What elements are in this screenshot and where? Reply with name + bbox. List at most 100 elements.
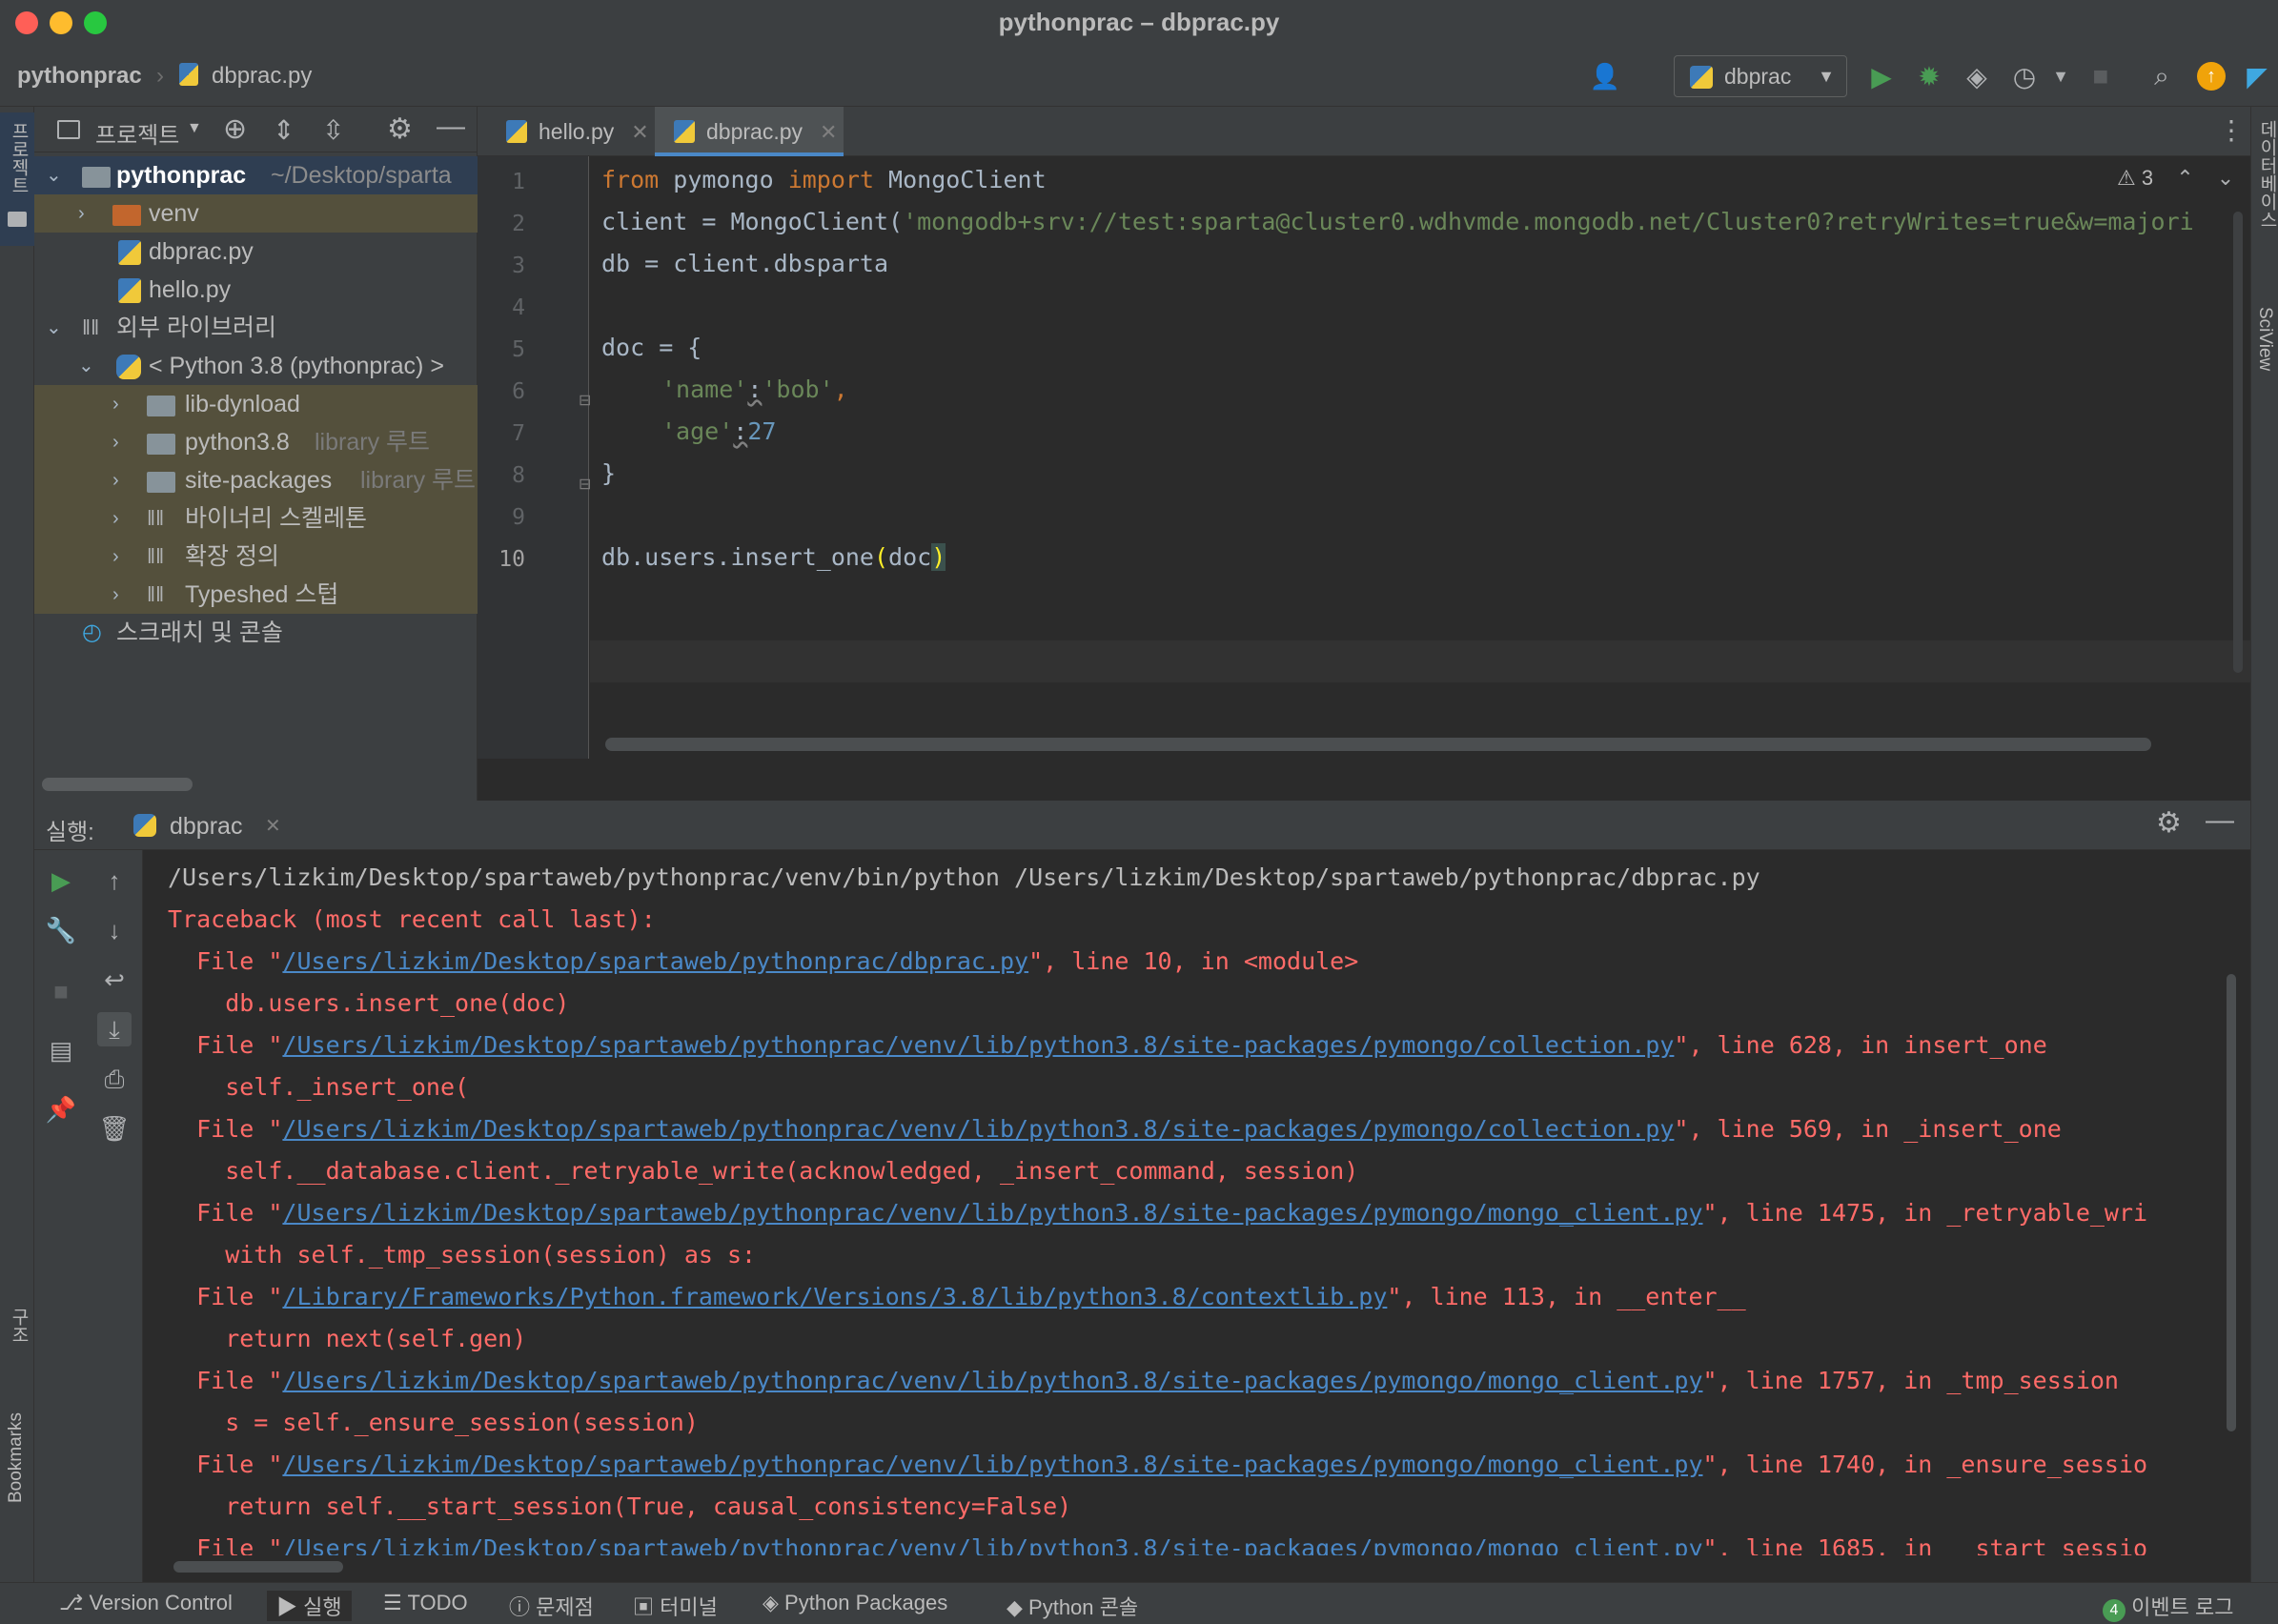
- file-link[interactable]: /Users/lizkim/Desktop/spartaweb/pythonpr…: [282, 1534, 1702, 1555]
- code-line-1[interactable]: from pymongo import MongoClient: [601, 166, 1047, 193]
- coverage-icon[interactable]: ◈: [1960, 59, 1994, 93]
- expand-all-icon[interactable]: ⇕: [273, 114, 295, 146]
- sciview-tool-tab[interactable]: SciView: [2254, 307, 2275, 371]
- close-window-button[interactable]: [15, 11, 38, 34]
- file-link[interactable]: /Library/Frameworks/Python.framework/Ver…: [282, 1283, 1387, 1310]
- console-line[interactable]: File "/Users/lizkim/Desktop/spartaweb/py…: [168, 1367, 2119, 1394]
- file-link[interactable]: /Users/lizkim/Desktop/spartaweb/pythonpr…: [282, 1451, 1702, 1478]
- fold-icon[interactable]: ⊟: [579, 475, 591, 494]
- console-line[interactable]: File "/Users/lizkim/Desktop/spartaweb/py…: [168, 1199, 2147, 1227]
- status-python-console[interactable]: ◆ Python 콘솔: [1007, 1591, 1138, 1621]
- run-tab-dbprac[interactable]: dbprac: [170, 813, 242, 841]
- print-icon[interactable]: ⎙: [97, 1062, 132, 1096]
- plugin-icon[interactable]: ◤: [2240, 59, 2274, 93]
- tree-item-python38[interactable]: › python3.8 library 루트: [34, 423, 478, 461]
- tab-hello-py[interactable]: hello.py ✕: [487, 107, 655, 156]
- editor-horizontal-scrollbar[interactable]: [605, 738, 2151, 751]
- close-tab-icon[interactable]: ✕: [820, 120, 837, 144]
- close-tab-icon[interactable]: ✕: [265, 814, 281, 838]
- file-link[interactable]: /Users/lizkim/Desktop/spartaweb/pythonpr…: [282, 1115, 1674, 1143]
- locate-icon[interactable]: ⊕: [223, 112, 247, 146]
- status-python-packages[interactable]: ◈ Python Packages: [763, 1591, 947, 1615]
- soft-wrap-icon[interactable]: ↩: [97, 963, 132, 997]
- console-line[interactable]: File "/Users/lizkim/Desktop/spartaweb/py…: [168, 1534, 2147, 1555]
- project-view-select[interactable]: 프로젝트: [95, 116, 179, 150]
- user-icon[interactable]: 👤: [1588, 59, 1622, 93]
- tree-item-project-root[interactable]: ⌄ pythonprac ~/Desktop/sparta: [34, 156, 478, 194]
- scroll-to-end-icon[interactable]: ⤓: [97, 1012, 132, 1046]
- scroll-up-icon[interactable]: ↑: [97, 863, 132, 898]
- tree-item-python-sdk[interactable]: ⌄ < Python 3.8 (pythonprac) >: [34, 347, 478, 385]
- stop-icon[interactable]: ■: [44, 974, 78, 1008]
- inspection-widget[interactable]: ⚠ 3 ⌃ ⌄: [2117, 166, 2234, 191]
- database-tool-tab[interactable]: 데이터베이스: [2254, 120, 2278, 229]
- scroll-thumb[interactable]: [2233, 212, 2243, 673]
- pin-icon[interactable]: 📌: [44, 1092, 78, 1127]
- status-event-log[interactable]: 4 이벤트 로그: [2103, 1591, 2233, 1622]
- more-run-options-icon[interactable]: ▼: [2044, 59, 2078, 93]
- collapse-all-icon[interactable]: ⇳: [322, 114, 344, 146]
- code-line-2[interactable]: client = MongoClient('mongodb+srv://test…: [601, 208, 2222, 235]
- next-highlight-icon[interactable]: ⌄: [2217, 166, 2234, 190]
- project-tool-tab[interactable]: 프로젝트: [0, 112, 34, 246]
- stop-icon[interactable]: ■: [2084, 59, 2118, 93]
- rerun-icon[interactable]: ▶: [44, 863, 78, 898]
- code-line-6[interactable]: 'name':'bob',: [661, 376, 848, 403]
- console-horizontal-scrollbar[interactable]: [173, 1561, 343, 1573]
- editor-vertical-scrollbar[interactable]: [2233, 212, 2243, 783]
- run-icon[interactable]: ▶: [1864, 59, 1899, 93]
- breadcrumb-file[interactable]: dbprac.py: [212, 63, 312, 90]
- status-version-control[interactable]: ⎇ Version Control: [59, 1591, 233, 1615]
- console-line[interactable]: File "/Library/Frameworks/Python.framewo…: [168, 1283, 1746, 1310]
- code-line-7[interactable]: 'age':27: [661, 417, 776, 445]
- fold-icon[interactable]: ⊟: [579, 391, 591, 410]
- file-link[interactable]: /Users/lizkim/Desktop/spartaweb/pythonpr…: [282, 1031, 1674, 1059]
- tree-item-scratches[interactable]: ◴ 스크래치 및 콘솔: [34, 614, 478, 652]
- trash-icon[interactable]: 🗑: [97, 1111, 132, 1146]
- status-problems[interactable]: ⓘ 문제점: [509, 1591, 594, 1621]
- search-icon[interactable]: ⌕: [2145, 59, 2179, 93]
- status-run[interactable]: ▶ 실행: [267, 1591, 352, 1621]
- code-line-5[interactable]: doc = {: [601, 334, 702, 361]
- tree-item-extensions[interactable]: › ‖‖ 확장 정의: [34, 538, 478, 576]
- breadcrumb-project[interactable]: pythonprac: [17, 63, 142, 90]
- gear-icon[interactable]: ⚙: [2156, 806, 2182, 840]
- hide-panel-icon[interactable]: —: [437, 111, 465, 143]
- wrench-icon[interactable]: 🔧: [44, 913, 78, 947]
- tree-item-binary-skeletons[interactable]: › ‖‖ 바이너리 스켈레톤: [34, 499, 478, 538]
- file-link[interactable]: /Users/lizkim/Desktop/spartaweb/pythonpr…: [282, 1367, 1702, 1394]
- scroll-down-icon[interactable]: ↓: [97, 913, 132, 947]
- code-line-3[interactable]: db = client.dbsparta: [601, 250, 888, 277]
- structure-tool-tab[interactable]: 구조: [0, 1308, 34, 1384]
- scroll-thumb[interactable]: [2227, 974, 2236, 1431]
- minimize-window-button[interactable]: [50, 11, 72, 34]
- profile-icon[interactable]: ◷: [2007, 59, 2042, 93]
- tree-item-hello[interactable]: hello.py: [34, 271, 478, 309]
- tree-item-site-packages[interactable]: › site-packages library 루트: [34, 461, 478, 499]
- debug-icon[interactable]: ✹: [1912, 59, 1946, 93]
- console-line[interactable]: File "/Users/lizkim/Desktop/spartaweb/py…: [168, 1451, 2147, 1478]
- file-link[interactable]: /Users/lizkim/Desktop/spartaweb/pythonpr…: [282, 947, 1028, 975]
- layout-icon[interactable]: ▤: [44, 1033, 78, 1067]
- update-icon[interactable]: ↑: [2194, 59, 2228, 93]
- tree-item-dbprac[interactable]: dbprac.py: [34, 233, 478, 271]
- console-line[interactable]: File "/Users/lizkim/Desktop/spartaweb/py…: [168, 1115, 2062, 1143]
- gear-icon[interactable]: ⚙: [387, 112, 413, 146]
- tree-item-lib-dynload[interactable]: › lib-dynload: [34, 385, 478, 423]
- console-vertical-scrollbar[interactable]: [2227, 860, 2240, 1546]
- console-line[interactable]: File "/Users/lizkim/Desktop/spartaweb/py…: [168, 1031, 2047, 1059]
- more-options-icon[interactable]: ⋮: [2218, 114, 2245, 146]
- bookmarks-tool-tab[interactable]: Bookmarks: [0, 1412, 34, 1574]
- status-terminal[interactable]: ▣ 터미널: [633, 1591, 718, 1621]
- hide-panel-icon[interactable]: —: [2206, 804, 2234, 837]
- console-line[interactable]: File "/Users/lizkim/Desktop/spartaweb/py…: [168, 947, 1358, 975]
- code-line-10[interactable]: db.users.insert_one(doc): [601, 543, 946, 571]
- zoom-window-button[interactable]: [84, 11, 107, 34]
- tree-item-external-libraries[interactable]: ⌄ ‖‖ 외부 라이브러리: [34, 309, 478, 347]
- project-horizontal-scrollbar[interactable]: [42, 778, 193, 791]
- previous-highlight-icon[interactable]: ⌃: [2176, 166, 2193, 190]
- console-output[interactable]: /Users/lizkim/Desktop/spartaweb/pythonpr…: [168, 850, 2231, 1555]
- status-todo[interactable]: ☰ TODO: [383, 1591, 468, 1615]
- tree-item-typeshed[interactable]: › ‖‖ Typeshed 스텁: [34, 576, 478, 614]
- file-link[interactable]: /Users/lizkim/Desktop/spartaweb/pythonpr…: [282, 1199, 1702, 1227]
